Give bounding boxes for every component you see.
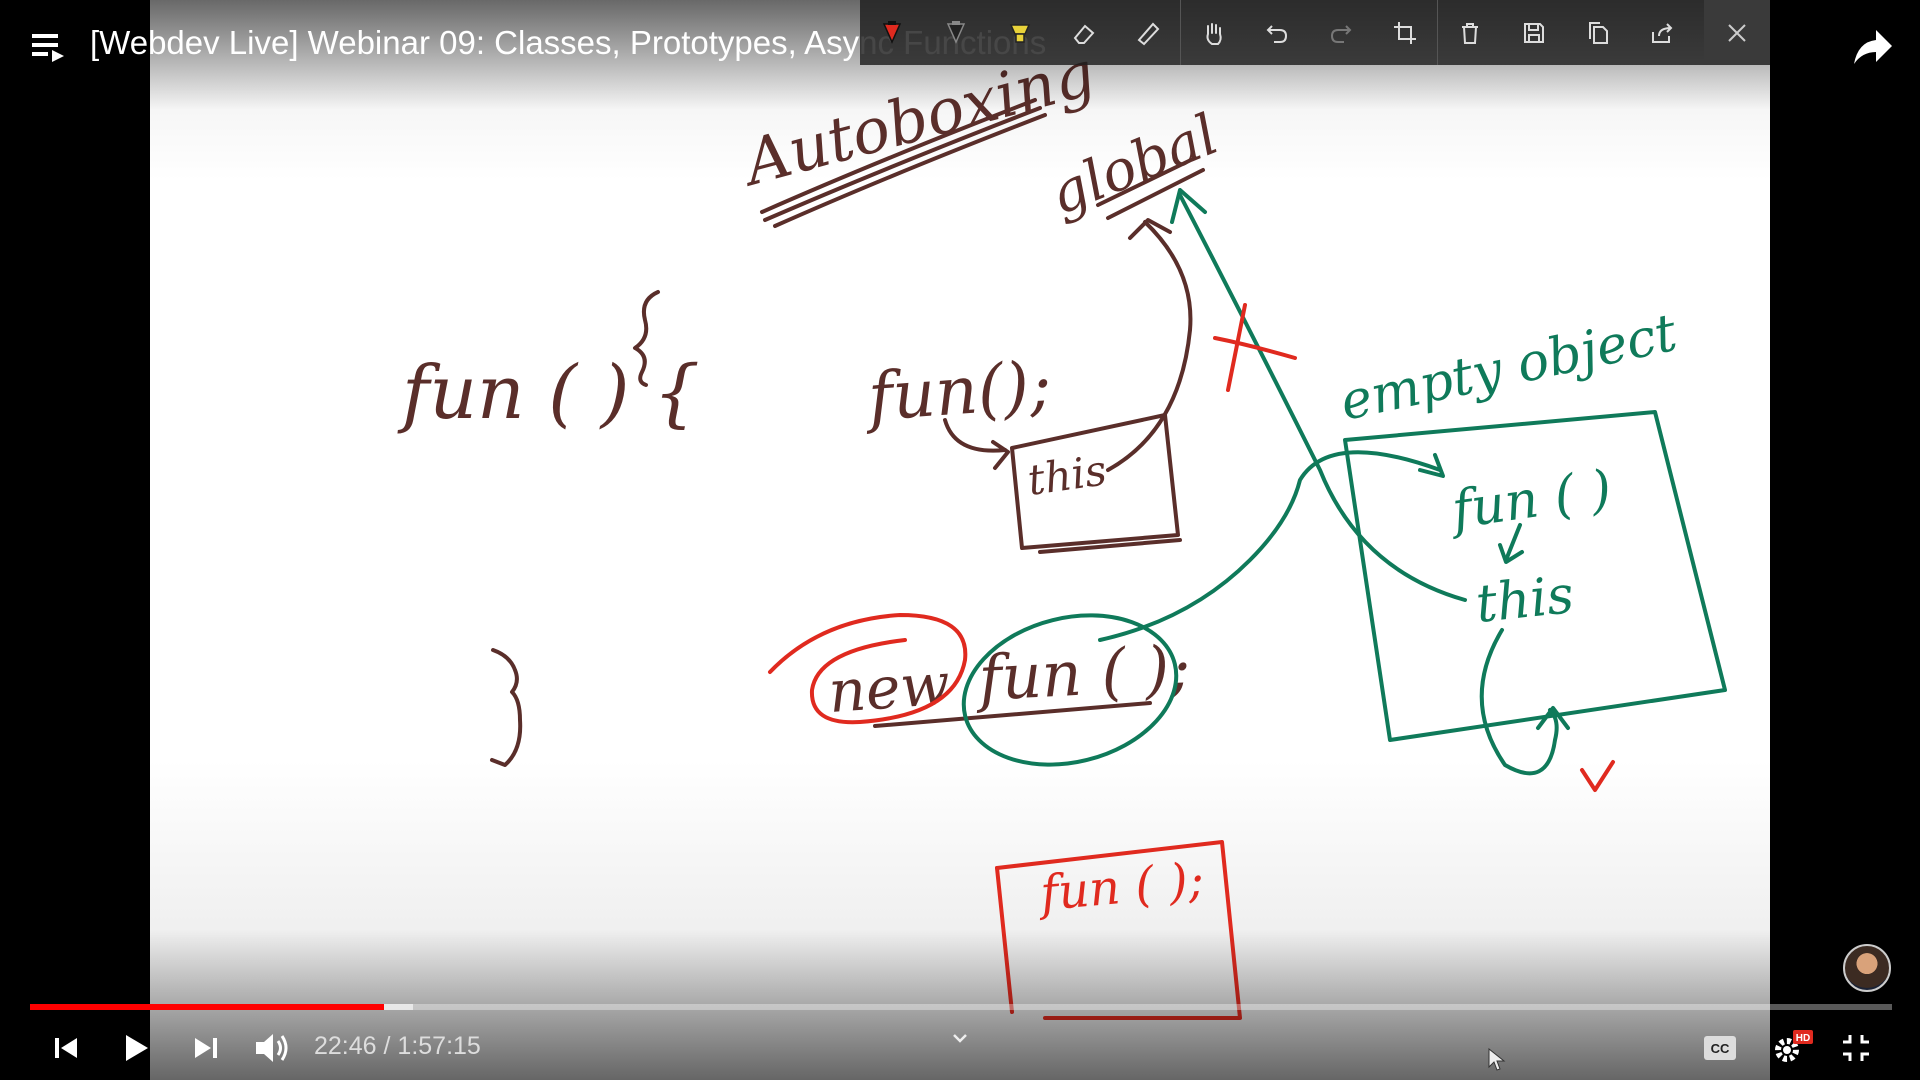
- svg-text:CC: CC: [1711, 1041, 1730, 1056]
- highlighter-icon[interactable]: [988, 0, 1052, 65]
- time-display: 22:46 / 1:57:15: [314, 1032, 481, 1061]
- progress-played: [30, 1004, 385, 1010]
- ruler-icon[interactable]: [1116, 0, 1180, 65]
- eraser-icon[interactable]: [1052, 0, 1116, 65]
- save-icon[interactable]: [1502, 0, 1566, 65]
- redo-icon[interactable]: [1309, 0, 1373, 65]
- copy-icon[interactable]: [1566, 0, 1630, 65]
- chevron-down-icon[interactable]: [940, 1024, 980, 1054]
- wb-fun-call: fun();: [861, 346, 1054, 436]
- wb-fun-decl: fun ( ) {: [397, 350, 700, 436]
- previous-icon[interactable]: [46, 1028, 86, 1068]
- crop-icon[interactable]: [1373, 0, 1437, 65]
- red-pen-icon[interactable]: [860, 0, 924, 65]
- play-icon[interactable]: [116, 1028, 156, 1068]
- time-separator: /: [383, 1032, 391, 1060]
- hd-badge: HD: [1796, 1033, 1810, 1044]
- mouse-cursor-icon: [1488, 1047, 1506, 1072]
- annotation-toolbar: [860, 0, 1770, 65]
- wb-fun-inner: fun ( ): [1444, 459, 1615, 541]
- next-icon[interactable]: [186, 1028, 226, 1068]
- total-time: 1:57:15: [397, 1032, 481, 1060]
- undo-icon[interactable]: [1245, 0, 1309, 65]
- whiteboard-drawing: Autoboxing global fun ( ) { fun(); this …: [397, 36, 1727, 1020]
- channel-avatar[interactable]: [1843, 944, 1891, 992]
- progress-bar[interactable]: [30, 1004, 1892, 1010]
- export-icon[interactable]: [1630, 0, 1694, 65]
- playlist-menu-icon[interactable]: [30, 28, 68, 66]
- wb-this-inner: this: [1473, 565, 1576, 635]
- delete-icon[interactable]: [1438, 0, 1502, 65]
- wb-new: new: [826, 650, 952, 726]
- wb-new-fun: fun ( );: [973, 631, 1192, 715]
- hand-icon[interactable]: [1181, 0, 1245, 65]
- current-time: 22:46: [314, 1032, 377, 1060]
- exit-fullscreen-icon[interactable]: [1836, 1028, 1876, 1068]
- close-icon[interactable]: [1704, 0, 1770, 65]
- captions-icon[interactable]: CC: [1700, 1028, 1740, 1068]
- wb-this-box: this: [1025, 445, 1110, 505]
- black-pen-icon[interactable]: [924, 0, 988, 65]
- share-icon[interactable]: [1850, 24, 1896, 70]
- volume-icon[interactable]: [250, 1028, 296, 1068]
- settings-icon[interactable]: HD: [1770, 1028, 1816, 1068]
